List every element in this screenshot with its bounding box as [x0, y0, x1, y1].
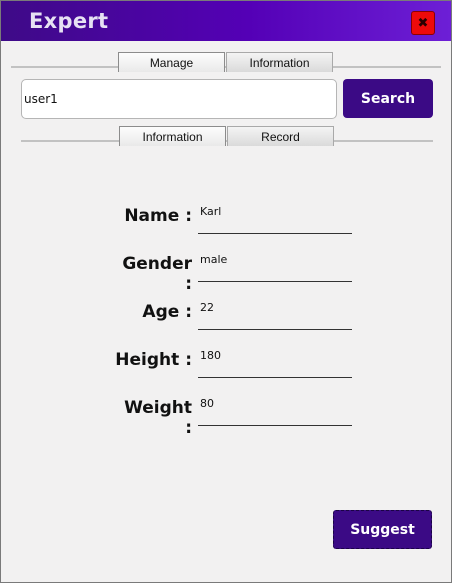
close-icon: ✖ [417, 15, 429, 30]
tab-label: Information [249, 55, 310, 70]
name-underline [198, 233, 352, 234]
height-underline [198, 377, 352, 378]
height-label: Height : [115, 350, 192, 370]
suggest-button[interactable]: Suggest [333, 510, 432, 549]
name-value: Karl [200, 205, 222, 218]
height-value: 180 [200, 349, 221, 362]
age-label: Age : [142, 302, 192, 322]
weight-label: Weight : [124, 398, 192, 438]
tab-label: Record [261, 129, 300, 144]
tab-label: Information [142, 129, 203, 144]
tab-record[interactable]: Record [227, 126, 334, 146]
search-input[interactable] [21, 79, 337, 119]
close-button[interactable]: ✖ [411, 11, 435, 35]
tab-information-detail[interactable]: Information [119, 126, 226, 146]
gender-underline [198, 281, 352, 282]
title-bar[interactable]: Expert ✖ [1, 1, 451, 41]
weight-underline [198, 425, 352, 426]
search-button[interactable]: Search [343, 79, 433, 118]
age-value: 22 [200, 301, 214, 314]
window-title: Expert [29, 9, 109, 33]
tab-label: Manage [149, 55, 194, 70]
gender-label: Gender : [122, 254, 192, 294]
name-label: Name : [124, 206, 192, 226]
expert-window: Expert ✖ Manage Information Search Infor… [0, 0, 452, 583]
weight-value: 80 [200, 397, 214, 410]
gender-value: male [200, 253, 228, 266]
tab-information[interactable]: Information [226, 52, 333, 72]
tab-manage[interactable]: Manage [118, 52, 225, 72]
age-underline [198, 329, 352, 330]
